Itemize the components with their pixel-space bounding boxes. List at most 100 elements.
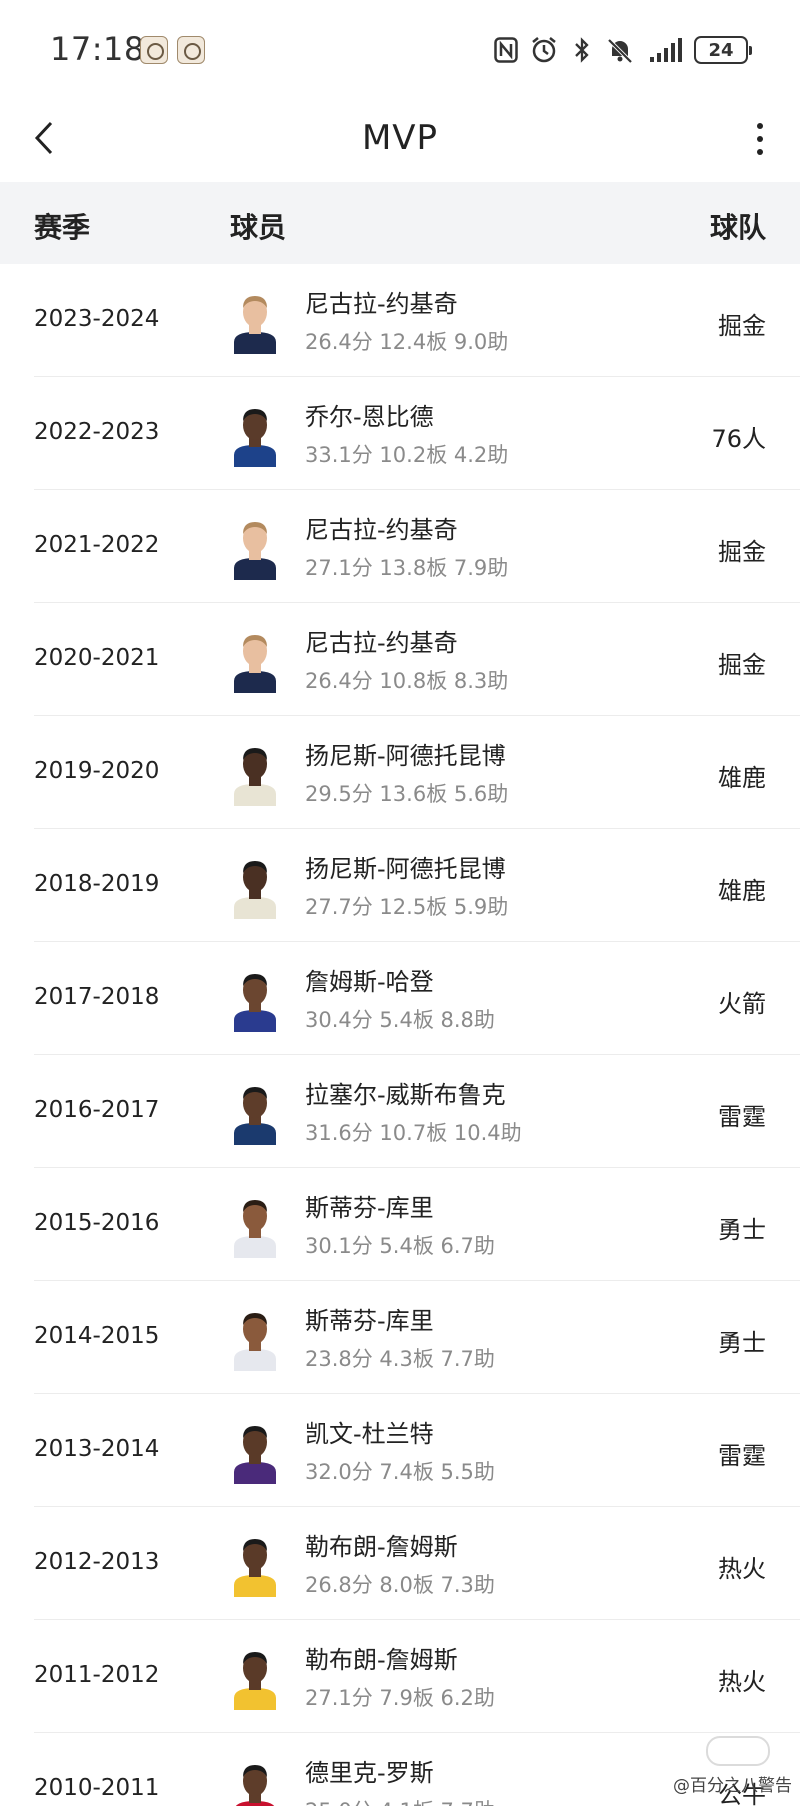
- table-row[interactable]: 2020-2021 尼古拉-约基奇 26.4分 10.8板 8.3助 掘金: [34, 603, 800, 716]
- team-name: 勇士: [718, 1329, 766, 1357]
- status-icons: 24: [492, 32, 752, 68]
- team-name: 勇士: [718, 1216, 766, 1244]
- player-stats: 29.5分 13.6板 5.6助: [305, 782, 509, 806]
- more-options-button[interactable]: [742, 114, 778, 164]
- column-header-team: 球队: [709, 211, 766, 244]
- player-stats: 26.4分 10.8板 8.3助: [305, 669, 509, 693]
- player-name[interactable]: 凯文-杜兰特: [305, 1414, 434, 1449]
- player-name[interactable]: 斯蒂芬-库里: [305, 1301, 434, 1336]
- watermark-logo: [706, 1736, 770, 1766]
- player-name[interactable]: 勒布朗-詹姆斯: [305, 1527, 458, 1562]
- player-avatar: [230, 1077, 280, 1145]
- page-title: MVP: [361, 118, 439, 158]
- app-notification-icon: [140, 36, 168, 64]
- player-avatar: [230, 1303, 280, 1371]
- battery-indicator: 24: [694, 36, 752, 64]
- season-label: 2015-2016: [34, 1210, 160, 1236]
- player-name[interactable]: 斯蒂芬-库里: [305, 1188, 434, 1223]
- season-label: 2020-2021: [34, 645, 160, 671]
- season-label: 2011-2012: [34, 1662, 160, 1688]
- signal-icon: [644, 36, 684, 64]
- player-avatar: [230, 738, 280, 806]
- team-name: 火箭: [718, 990, 766, 1018]
- player-stats: 25.0分 4.1板 7.7助: [305, 1795, 495, 1806]
- team-name: 掘金: [718, 651, 766, 679]
- player-stats: 27.1分 13.8板 7.9助: [305, 556, 509, 580]
- table-header: 赛季 球员 球队: [0, 182, 800, 264]
- player-name[interactable]: 德里克-罗斯: [305, 1753, 434, 1788]
- player-stats: 27.1分 7.9板 6.2助: [305, 1686, 495, 1710]
- player-name[interactable]: 尼古拉-约基奇: [305, 510, 458, 545]
- season-label: 2019-2020: [34, 758, 160, 784]
- player-stats: 32.0分 7.4板 5.5助: [305, 1460, 495, 1484]
- season-label: 2018-2019: [34, 871, 160, 897]
- player-avatar: [230, 964, 280, 1032]
- player-avatar: [230, 1529, 280, 1597]
- team-name: 雷霆: [718, 1103, 766, 1131]
- player-stats: 27.7分 12.5板 5.9助: [305, 895, 509, 919]
- player-name[interactable]: 扬尼斯-阿德托昆博: [305, 736, 506, 771]
- player-name[interactable]: 扬尼斯-阿德托昆博: [305, 849, 506, 884]
- column-header-player: 球员: [230, 211, 287, 244]
- nav-bar: MVP: [0, 100, 800, 182]
- player-avatar: [230, 1190, 280, 1258]
- player-avatar: [230, 399, 280, 467]
- table-row[interactable]: 2017-2018 詹姆斯-哈登 30.4分 5.4板 8.8助 火箭: [34, 942, 800, 1055]
- player-stats: 30.1分 5.4板 6.7助: [305, 1234, 495, 1258]
- table-row[interactable]: 2023-2024 尼古拉-约基奇 26.4分 12.4板 9.0助 掘金: [34, 264, 800, 377]
- table-row[interactable]: 2019-2020 扬尼斯-阿德托昆博 29.5分 13.6板 5.6助 雄鹿: [34, 716, 800, 829]
- player-name[interactable]: 尼古拉-约基奇: [305, 623, 458, 658]
- season-label: 2016-2017: [34, 1097, 160, 1123]
- team-name: 掘金: [718, 312, 766, 340]
- player-avatar: [230, 851, 280, 919]
- player-avatar: [230, 512, 280, 580]
- bluetooth-icon: [568, 36, 596, 64]
- team-name: 热火: [718, 1668, 766, 1696]
- column-header-season: 赛季: [34, 211, 91, 244]
- player-stats: 30.4分 5.4板 8.8助: [305, 1008, 495, 1032]
- season-label: 2010-2011: [34, 1775, 160, 1801]
- table-row[interactable]: 2011-2012 勒布朗-詹姆斯 27.1分 7.9板 6.2助 热火: [34, 1620, 800, 1733]
- team-name: 掘金: [718, 538, 766, 566]
- player-name[interactable]: 乔尔-恩比德: [305, 397, 434, 432]
- table-row[interactable]: 2022-2023 乔尔-恩比德 33.1分 10.2板 4.2助 76人: [34, 377, 800, 490]
- watermark: @百分之八警告: [673, 1771, 792, 1796]
- status-time: 17:18: [50, 30, 145, 68]
- player-avatar: [230, 625, 280, 693]
- team-name: 雷霆: [718, 1442, 766, 1470]
- player-stats: 26.8分 8.0板 7.3助: [305, 1573, 495, 1597]
- season-label: 2012-2013: [34, 1549, 160, 1575]
- alarm-icon: [530, 36, 558, 64]
- player-stats: 23.8分 4.3板 7.7助: [305, 1347, 495, 1371]
- team-name: 雄鹿: [718, 764, 766, 792]
- table-row[interactable]: 2021-2022 尼古拉-约基奇 27.1分 13.8板 7.9助 掘金: [34, 490, 800, 603]
- player-stats: 33.1分 10.2板 4.2助: [305, 443, 509, 467]
- player-avatar: [230, 1642, 280, 1710]
- table-row[interactable]: 2014-2015 斯蒂芬-库里 23.8分 4.3板 7.7助 勇士: [34, 1281, 800, 1394]
- player-name[interactable]: 勒布朗-詹姆斯: [305, 1640, 458, 1675]
- season-label: 2023-2024: [34, 306, 160, 332]
- player-avatar: [230, 286, 280, 354]
- season-label: 2013-2014: [34, 1436, 160, 1462]
- table-row[interactable]: 2012-2013 勒布朗-詹姆斯 26.8分 8.0板 7.3助 热火: [34, 1507, 800, 1620]
- table-row[interactable]: 2015-2016 斯蒂芬-库里 30.1分 5.4板 6.7助 勇士: [34, 1168, 800, 1281]
- player-stats: 31.6分 10.7板 10.4助: [305, 1121, 522, 1145]
- player-avatar: [230, 1755, 280, 1806]
- table-row[interactable]: 2013-2014 凯文-杜兰特 32.0分 7.4板 5.5助 雷霆: [34, 1394, 800, 1507]
- more-dots-icon: [757, 123, 763, 129]
- team-name: 热火: [718, 1555, 766, 1583]
- player-name[interactable]: 拉塞尔-威斯布鲁克: [305, 1075, 506, 1110]
- nfc-icon: [492, 36, 520, 64]
- player-stats: 26.4分 12.4板 9.0助: [305, 330, 509, 354]
- table-row[interactable]: 2018-2019 扬尼斯-阿德托昆博 27.7分 12.5板 5.9助 雄鹿: [34, 829, 800, 942]
- player-name[interactable]: 尼古拉-约基奇: [305, 284, 458, 319]
- season-label: 2022-2023: [34, 419, 160, 445]
- table-row[interactable]: 2016-2017 拉塞尔-威斯布鲁克 31.6分 10.7板 10.4助 雷霆: [34, 1055, 800, 1168]
- player-name[interactable]: 詹姆斯-哈登: [305, 962, 434, 997]
- mvp-list: 2023-2024 尼古拉-约基奇 26.4分 12.4板 9.0助 掘金 2022-2…: [0, 264, 800, 1806]
- player-avatar: [230, 1416, 280, 1484]
- team-name: 76人: [711, 425, 766, 453]
- season-label: 2021-2022: [34, 532, 160, 558]
- team-name: 雄鹿: [718, 877, 766, 905]
- watermark-text: @百分之八警告: [673, 1776, 792, 1796]
